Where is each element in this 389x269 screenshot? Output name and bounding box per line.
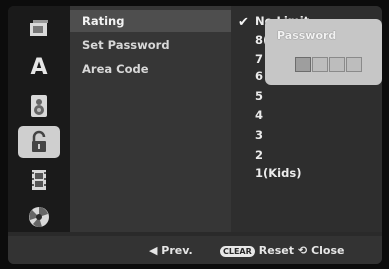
password-digit-box[interactable] bbox=[295, 57, 311, 72]
language-icon[interactable]: A bbox=[18, 51, 60, 83]
others-icon[interactable] bbox=[18, 201, 60, 233]
rating-option-1-kids[interactable]: 1(Kids) bbox=[255, 166, 301, 180]
menu-item-area-code[interactable]: Area Code bbox=[70, 58, 231, 80]
menu-item-set-password[interactable]: Set Password bbox=[70, 34, 231, 56]
return-icon: ⟲ bbox=[298, 244, 308, 257]
audio-icon[interactable] bbox=[18, 90, 60, 122]
menu-item-rating[interactable]: Rating bbox=[70, 10, 231, 32]
password-digit-box[interactable] bbox=[312, 57, 328, 72]
password-popup-title: Password bbox=[277, 29, 337, 42]
rating-option-6[interactable]: 6 bbox=[255, 69, 263, 83]
password-digit-box[interactable] bbox=[346, 57, 362, 72]
rating-option-7[interactable]: 7 bbox=[255, 52, 263, 66]
clear-button-icon: CLEAR bbox=[220, 245, 255, 257]
rating-option-3[interactable]: 3 bbox=[255, 128, 263, 142]
close-label: Close bbox=[311, 244, 345, 257]
password-popup: Password bbox=[265, 19, 382, 85]
rating-option-4[interactable]: 4 bbox=[255, 108, 263, 122]
reset-label: Reset bbox=[258, 244, 294, 257]
rating-option-2[interactable]: 2 bbox=[255, 148, 263, 162]
password-digit-box[interactable] bbox=[329, 57, 345, 72]
film-icon[interactable] bbox=[18, 164, 60, 196]
lock-icon[interactable] bbox=[18, 126, 60, 158]
reset-hint[interactable]: CLEAR Reset bbox=[220, 244, 294, 257]
lock-menu-list: Rating Set Password Area Code bbox=[70, 6, 231, 232]
bottom-hint-bar: ◀ Prev. CLEAR Reset ⟲ Close bbox=[8, 236, 382, 264]
rating-option-5[interactable]: 5 bbox=[255, 89, 263, 103]
checkmark-icon: ✔ bbox=[238, 15, 249, 30]
disc-menu-icon[interactable] bbox=[18, 13, 60, 45]
close-hint[interactable]: ⟲ Close bbox=[298, 244, 344, 257]
category-icon-column: A bbox=[8, 6, 70, 232]
prev-hint[interactable]: ◀ Prev. bbox=[149, 244, 193, 257]
